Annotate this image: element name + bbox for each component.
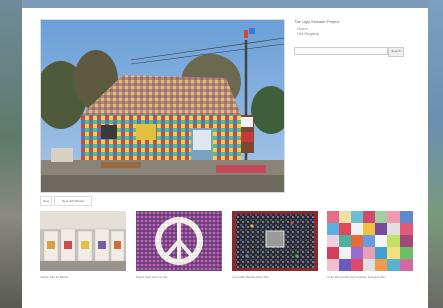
sidebar-title: The Ugly Sweater Project: [294, 19, 340, 24]
gallery-item-mosaic-tile[interactable]: [232, 211, 318, 271]
hero-photo-image: [41, 20, 284, 192]
gallery-caption-4[interactable]: Color Block Plain Pet Cushion Inaugura S…: [327, 275, 385, 279]
gallery-item-tote-bags[interactable]: [40, 211, 126, 271]
search-input[interactable]: [294, 47, 388, 55]
gallery-caption-1[interactable]: Yellow Tote Ts Bands: [40, 275, 68, 279]
pager-prev-button[interactable]: New: [40, 196, 52, 206]
thumbnail-peace-sign: [136, 211, 222, 271]
hero-photo-yarn-bombed-house[interactable]: [40, 19, 285, 193]
gallery-caption-2[interactable]: Peace Sign Granny Set: [136, 275, 167, 279]
thumbnail-tote-bags: [40, 211, 126, 271]
gallery-item-peace-sign[interactable]: [136, 211, 222, 271]
sidebar-link-gift-registry[interactable]: Gift Registry: [297, 31, 319, 36]
thumbnail-color-block: [327, 211, 413, 271]
gallery-caption-3[interactable]: Love Mac Mosaic Floor Tile: [232, 275, 269, 279]
search-button[interactable]: Search: [388, 47, 404, 57]
background-left: [0, 0, 22, 308]
background-right: [428, 0, 443, 308]
thumbnail-mosaic-tile: [232, 211, 318, 271]
gallery-item-color-block[interactable]: [327, 211, 413, 271]
pager-next-button[interactable]: Next Gift Photos: [54, 196, 92, 206]
content-page: The Ugly Sweater Project Home Gift Regis…: [22, 8, 428, 308]
background-sky: [0, 0, 443, 8]
